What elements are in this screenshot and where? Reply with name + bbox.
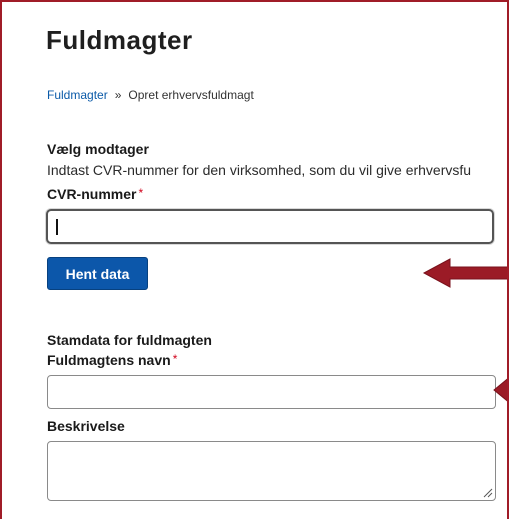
page-title: Fuldmagter: [46, 25, 193, 55]
description-label: Beskrivelse: [47, 418, 125, 434]
resize-handle-icon[interactable]: [483, 488, 493, 498]
recipient-helper-text: Indtast CVR-nummer for den virksomhed, s…: [47, 162, 472, 178]
breadcrumb-separator: »: [114, 88, 122, 102]
required-asterisk: *: [172, 352, 178, 366]
required-asterisk: *: [138, 186, 144, 200]
description-textarea[interactable]: [47, 441, 496, 501]
master-data-heading: Stamdata for fuldmagten: [47, 332, 212, 348]
name-label-text: Fuldmagtens navn: [47, 352, 171, 368]
breadcrumb-current: Opret erhvervsfuldmagt: [128, 88, 254, 102]
annotation-arrow-icon: [422, 258, 507, 288]
cvr-label-text: CVR-nummer: [47, 186, 137, 202]
cvr-number-input[interactable]: [46, 209, 494, 244]
cvr-label: CVR-nummer *: [47, 186, 143, 202]
recipient-heading: Vælg modtager: [47, 141, 149, 157]
page-frame: Fuldmagter Fuldmagter » Opret erhvervsfuld…: [0, 0, 509, 519]
breadcrumb: Fuldmagter » Opret erhvervsfuldmagt: [47, 88, 254, 102]
annotation-arrow-icon: [493, 378, 507, 402]
breadcrumb-link-fuldmagter[interactable]: Fuldmagter: [47, 88, 108, 102]
text-cursor: [56, 219, 58, 235]
fetch-data-button[interactable]: Hent data: [47, 257, 148, 290]
name-label: Fuldmagtens navn *: [47, 352, 177, 368]
authorization-name-input[interactable]: [47, 375, 496, 409]
